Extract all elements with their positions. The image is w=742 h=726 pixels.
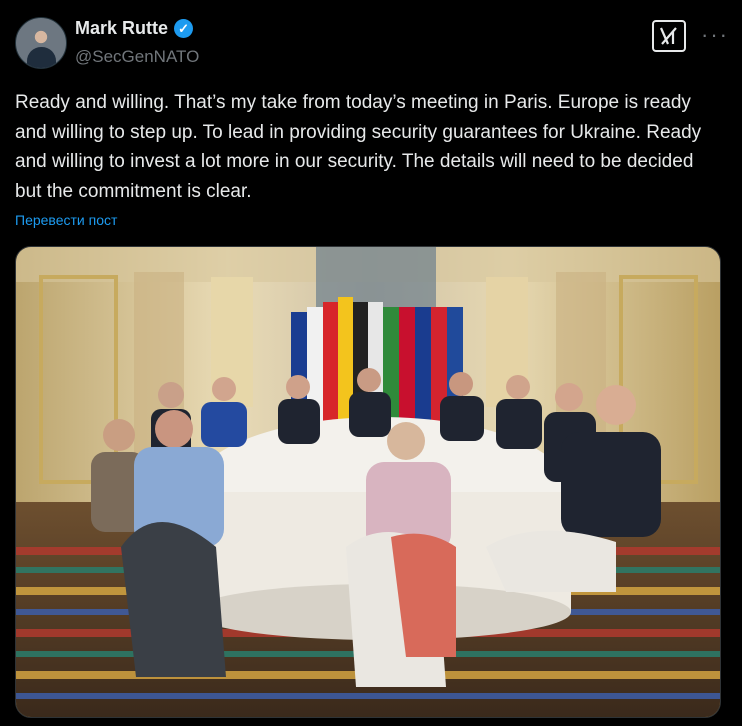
author-handle[interactable]: @SecGenNATO [75, 47, 199, 67]
translate-post-link[interactable]: Перевести пост [15, 212, 117, 228]
verified-badge-icon: ✓ [174, 19, 194, 38]
tweet-text: Ready and willing. That’s my take from t… [15, 92, 702, 202]
tweet-photo[interactable] [15, 246, 721, 718]
avatar[interactable] [15, 17, 67, 69]
author-name[interactable]: Mark Rutte [75, 18, 168, 39]
author-row: Mark Rutte ✓ [75, 18, 194, 39]
more-icon[interactable]: ··· [701, 22, 729, 48]
grok-icon[interactable] [652, 20, 686, 52]
